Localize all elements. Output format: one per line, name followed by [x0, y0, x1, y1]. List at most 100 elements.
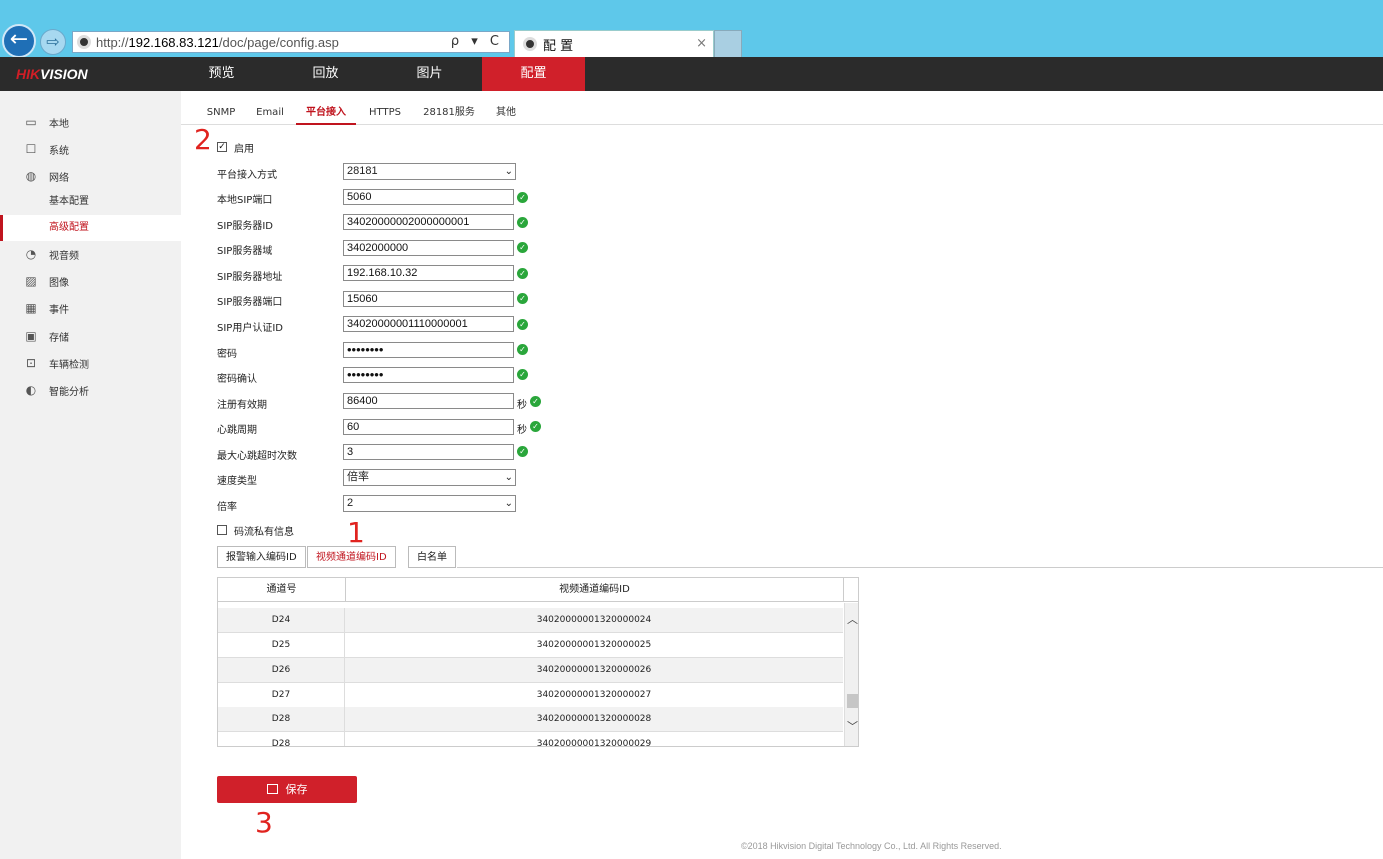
sidebar-item-image[interactable]: ▨ 图像 — [0, 268, 181, 294]
sip-server-id-label: SIP服务器ID — [217, 221, 273, 232]
valid-check-icon: ✓ — [517, 344, 528, 355]
tab-title: 配 置 — [543, 38, 574, 54]
sidebar-item-local[interactable]: ▭ 本地 — [0, 109, 181, 135]
heartbeat-label: 心跳周期 — [217, 425, 257, 436]
nav-config[interactable]: 配置 — [482, 57, 585, 91]
sip-server-port-input[interactable]: 15060 — [343, 291, 514, 307]
table-scrollbar[interactable]: ︿ ﹀ — [844, 603, 858, 746]
copyright-footer: ©2018 Hikvision Digital Technology Co., … — [741, 841, 1002, 851]
top-navigation: HIKVISION 预览 回放 图片 配置 — [0, 57, 1383, 91]
password-input[interactable]: •••••••• — [343, 342, 514, 358]
sip-user-id-input[interactable]: 34020000001110000001 — [343, 316, 514, 332]
enable-checkbox[interactable]: ✓ — [217, 142, 227, 152]
scrollbar-thumb[interactable] — [847, 694, 858, 708]
tab-https[interactable]: HTTPS — [364, 100, 406, 125]
heartbeat-input[interactable]: 60 — [343, 419, 514, 435]
unit-seconds: 秒 — [517, 400, 527, 411]
reg-expiry-input[interactable]: 86400 — [343, 393, 514, 409]
valid-check-icon: ✓ — [517, 192, 528, 203]
sidebar-item-system[interactable]: ☐ 系统 — [0, 136, 181, 162]
max-timeout-input[interactable]: 3 — [343, 444, 514, 460]
sidebar-item-smart-analysis[interactable]: ◐ 智能分析 — [0, 377, 181, 403]
address-bar[interactable]: http://192.168.83.121/doc/page/config.as… — [72, 31, 510, 53]
channel-id-table: 通道号 视频通道编码ID D24 34020000001320000024 D25… — [217, 577, 859, 747]
rate-select[interactable]: 2 ⌄ — [343, 495, 516, 512]
tab-platform-access[interactable]: 平台接入 — [296, 100, 356, 125]
annotation-1: 1 — [347, 516, 365, 549]
password-confirm-input[interactable]: •••••••• — [343, 367, 514, 383]
divider — [457, 567, 1383, 568]
save-button[interactable]: 保存 — [217, 776, 357, 803]
tab-whitelist[interactable]: 白名单 — [408, 546, 456, 568]
valid-check-icon: ✓ — [530, 421, 541, 432]
local-sip-port-input[interactable]: 5060 — [343, 189, 514, 205]
back-arrow-icon[interactable]: ← — [2, 24, 36, 58]
valid-check-icon: ✓ — [517, 268, 528, 279]
sidebar-subitem-advanced[interactable]: 高级配置 — [0, 215, 181, 241]
url-text: http://192.168.83.121/doc/page/config.as… — [96, 34, 339, 50]
sidebar-item-event[interactable]: ▦ 事件 — [0, 295, 181, 321]
sidebar-item-storage[interactable]: ▣ 存储 — [0, 323, 181, 349]
chevron-up-icon[interactable]: ︿ — [845, 613, 858, 627]
access-mode-select[interactable]: 28181 ⌄ — [343, 163, 516, 180]
table-row[interactable]: D25 34020000001320000025 — [218, 633, 843, 658]
tab-other[interactable]: 其他 — [491, 100, 521, 125]
sip-server-domain-label: SIP服务器域 — [217, 246, 273, 257]
rate-label: 倍率 — [217, 502, 237, 513]
smart-analysis-icon: ◐ — [25, 383, 37, 397]
tab-email[interactable]: Email — [252, 100, 288, 125]
sidebar-item-label: 图像 — [49, 277, 69, 289]
tab-video-channel-id[interactable]: 视频通道编码ID — [307, 546, 396, 568]
stream-private-checkbox[interactable] — [217, 525, 227, 535]
tab-snmp[interactable]: SNMP — [201, 100, 241, 125]
valid-check-icon: ✓ — [517, 217, 528, 228]
unit-seconds: 秒 — [517, 425, 527, 436]
cell-id: 34020000001320000026 — [536, 665, 652, 675]
sip-server-id-input[interactable]: 34020000002000000001 — [343, 214, 514, 230]
sidebar-item-label: 智能分析 — [49, 386, 89, 398]
chevron-down-icon[interactable]: ﹀ — [845, 720, 858, 734]
browser-tab[interactable]: 配 置 × — [514, 30, 714, 57]
config-subtabs: SNMP Email 平台接入 HTTPS 28181服务 其他 — [181, 100, 1383, 125]
sip-server-addr-input[interactable]: 192.168.10.32 — [343, 265, 514, 281]
forward-arrow-icon[interactable]: ⇨ — [40, 29, 66, 55]
save-disk-icon — [266, 784, 278, 794]
table-row[interactable]: D28 34020000001320000028 — [218, 707, 843, 732]
table-row[interactable]: D26 34020000001320000026 — [218, 658, 843, 683]
calendar-icon: ▦ — [25, 301, 37, 315]
stream-private-label: 码流私有信息 — [234, 527, 294, 538]
speed-type-label: 速度类型 — [217, 476, 257, 487]
sidebar-item-vehicle-detect[interactable]: ⊡ 车辆检测 — [0, 350, 181, 376]
sidebar-item-label: 网络 — [49, 172, 69, 184]
sidebar-item-label: 车辆检测 — [49, 359, 89, 371]
sidebar-item-network[interactable]: ◍ 网络 — [0, 163, 181, 189]
sip-server-domain-input[interactable]: 3402000000 — [343, 240, 514, 256]
sidebar-subitem-basic[interactable]: 基本配置 — [0, 189, 181, 215]
table-row[interactable]: D28 34020000001320000029 — [218, 732, 843, 747]
close-tab-icon[interactable]: × — [696, 36, 707, 51]
new-tab-button[interactable] — [714, 30, 742, 57]
cell-id: 34020000001320000025 — [536, 640, 652, 650]
sidebar-item-label: 系统 — [49, 145, 69, 157]
nav-playback[interactable]: 回放 — [274, 57, 377, 91]
search-refresh-icon[interactable]: ρ ▾ C — [451, 34, 503, 49]
column-header-channel: 通道号 — [218, 578, 346, 602]
browser-chrome: ← ⇨ http://192.168.83.121/doc/page/confi… — [0, 0, 1383, 58]
table-row[interactable]: D27 34020000001320000027 — [218, 683, 843, 708]
table-row[interactable]: D24 34020000001320000024 — [218, 608, 843, 633]
nav-preview[interactable]: 预览 — [170, 57, 273, 91]
nav-picture[interactable]: 图片 — [378, 57, 481, 91]
speed-type-select[interactable]: 倍率 ⌄ — [343, 469, 516, 486]
cell-id: 34020000001320000029 — [536, 739, 652, 747]
chevron-down-icon: ⌄ — [504, 498, 513, 509]
tab-28181-service[interactable]: 28181服务 — [420, 100, 478, 125]
sip-server-addr-label: SIP服务器地址 — [217, 272, 283, 283]
sip-user-id-label: SIP用户认证ID — [217, 323, 283, 334]
local-sip-port-label: 本地SIP端口 — [217, 195, 273, 206]
annotation-2: 2 — [194, 123, 212, 156]
video-audio-icon: ◔ — [25, 247, 37, 261]
tab-alarm-input-id[interactable]: 报警输入编码ID — [217, 546, 306, 568]
speed-type-value: 倍率 — [347, 471, 369, 483]
sidebar-item-video-audio[interactable]: ◔ 视音频 — [0, 241, 181, 267]
password-confirm-label: 密码确认 — [217, 374, 257, 385]
